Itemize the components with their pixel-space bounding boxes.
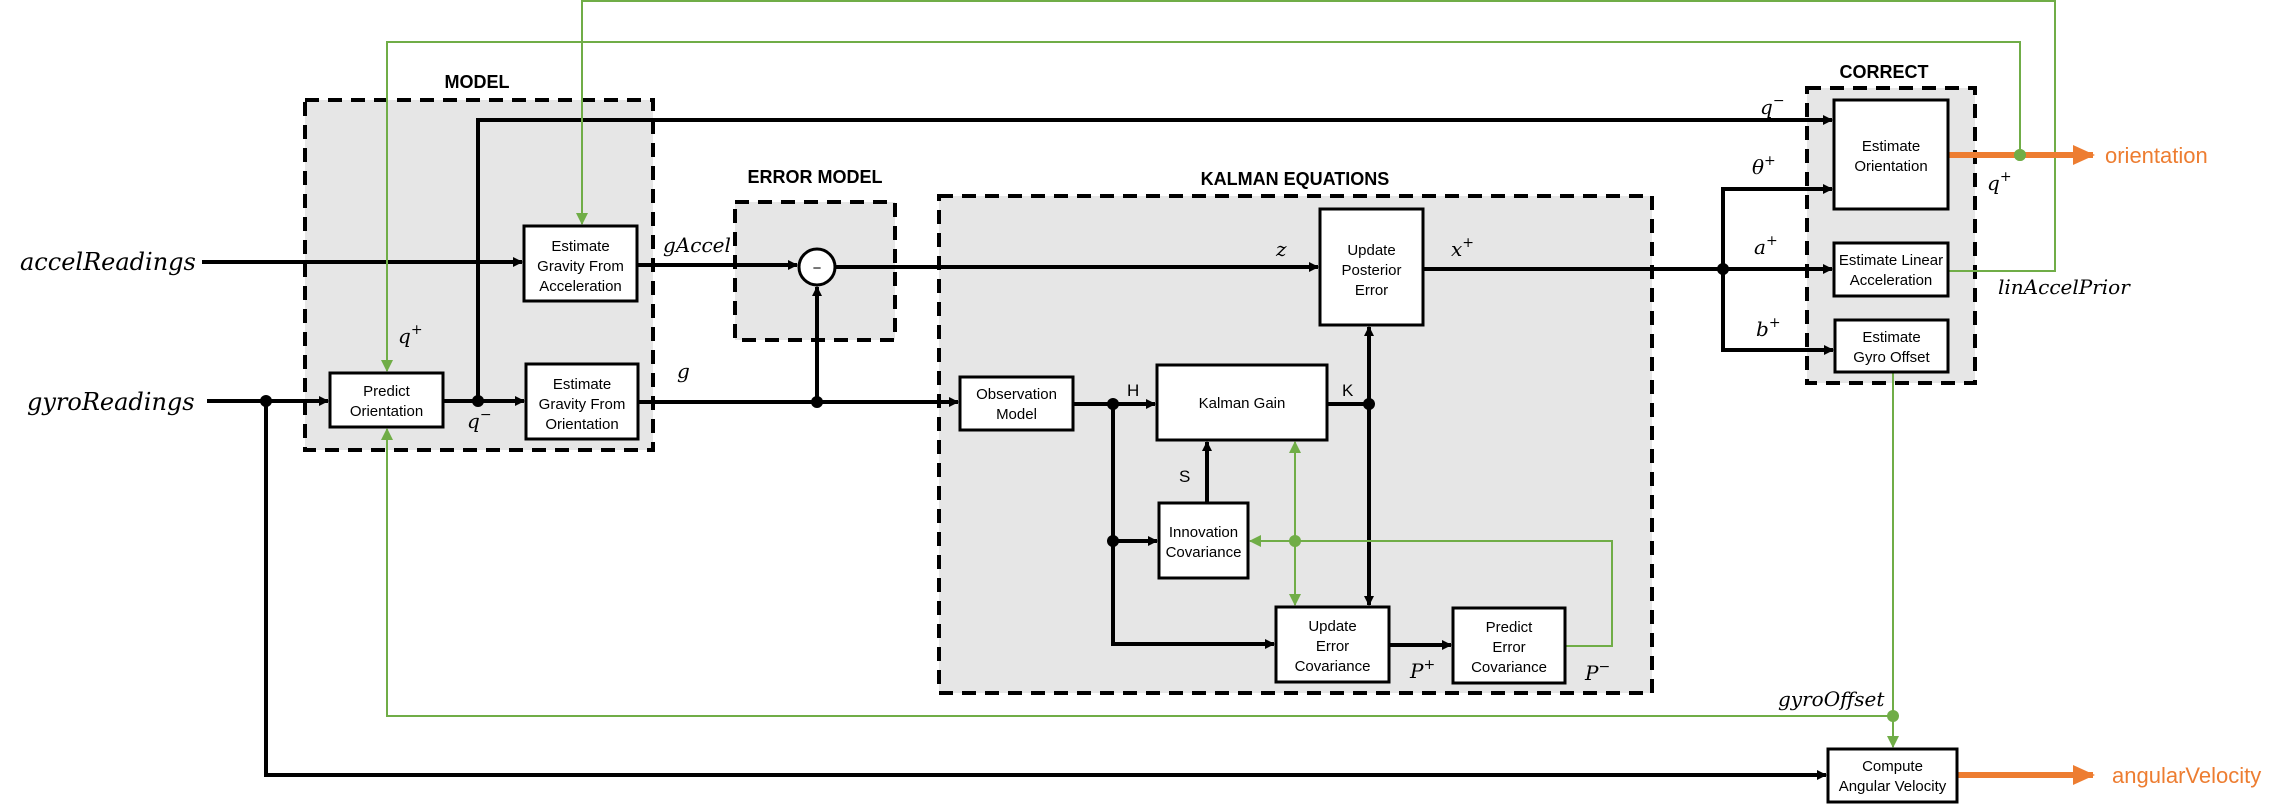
observation-model-block[interactable]: Observation Model xyxy=(958,375,1075,432)
angular-velocity-output-label: angularVelocity xyxy=(2112,763,2261,788)
gyro-readings-label: gyroReadings xyxy=(27,388,195,416)
signal-h: H xyxy=(1127,381,1139,400)
kalman-filter-block-diagram: MODEL ERROR MODEL KALMAN EQUATIONS CORRE… xyxy=(20,0,2261,804)
update-error-covariance-block[interactable]: Update Error Covariance xyxy=(1274,605,1391,684)
kalman-gain-label: Kalman Gain xyxy=(1199,395,1286,412)
gravity-accel-line-3: Acceleration xyxy=(539,278,622,295)
update-error-cov-line-2: Error xyxy=(1316,638,1349,655)
gravity-accel-line-2: Gravity From xyxy=(537,258,624,275)
update-posterior-error-block[interactable]: Update Posterior Error xyxy=(1318,207,1425,327)
signal-lin-accel-prior: linAccelPrior xyxy=(1998,275,2131,299)
estimate-orientation-line-2: Orientation xyxy=(1854,158,1927,175)
estimate-lin-accel-line-1: Estimate Linear xyxy=(1839,252,1943,269)
innovation-cov-line-2: Covariance xyxy=(1166,544,1242,561)
predict-error-cov-line-2: Error xyxy=(1492,639,1525,656)
junction-h-lower xyxy=(1107,535,1119,547)
signal-g: g xyxy=(677,359,690,383)
update-error-cov-line-1: Update xyxy=(1308,618,1356,635)
gravity-from-acceleration-block[interactable]: Estimate Gravity From Acceleration xyxy=(522,224,639,303)
predict-orientation-line-2: Orientation xyxy=(350,403,423,420)
predict-orientation-line-1: Predict xyxy=(363,383,411,400)
junction-x-plus xyxy=(1717,263,1729,275)
update-posterior-line-2: Posterior xyxy=(1341,262,1401,279)
signal-z: z xyxy=(1275,237,1287,261)
signal-gyro-offset: gyroOffset xyxy=(1778,687,1885,711)
accel-readings-label: accelReadings xyxy=(20,248,196,276)
junction-q-plus-over xyxy=(2014,149,2026,161)
estimate-gyro-offset-line-1: Estimate xyxy=(1862,329,1920,346)
signal-s: S xyxy=(1179,467,1190,486)
observation-model-line-2: Model xyxy=(996,406,1037,423)
subtract-symbol: − xyxy=(813,260,822,277)
update-error-cov-line-3: Covariance xyxy=(1295,658,1371,675)
subtract-junction[interactable]: − xyxy=(797,247,837,287)
compute-angular-velocity-line-2: Angular Velocity xyxy=(1839,778,1947,795)
junction-g xyxy=(811,396,823,408)
signal-k: K xyxy=(1342,381,1354,400)
gravity-orient-line-3: Orientation xyxy=(545,416,618,433)
correct-group-title: CORRECT xyxy=(1840,62,1929,82)
junction-q-minus xyxy=(472,395,484,407)
innovation-cov-line-1: Innovation xyxy=(1169,524,1238,541)
estimate-lin-accel-line-2: Acceleration xyxy=(1850,272,1933,289)
predict-orientation-block[interactable]: Predict Orientation xyxy=(328,371,445,429)
gravity-orient-line-2: Gravity From xyxy=(539,396,626,413)
junction-gyro xyxy=(260,395,272,407)
estimate-orientation-line-1: Estimate xyxy=(1862,138,1920,155)
estimate-linear-acceleration-block[interactable]: Estimate Linear Acceleration xyxy=(1832,241,1950,298)
orientation-output-label: orientation xyxy=(2105,143,2208,168)
signal-q-plus-out: q+ xyxy=(1987,169,2012,195)
estimate-gyro-offset-line-2: Gyro Offset xyxy=(1853,349,1930,366)
signal-theta-plus: θ+ xyxy=(1752,153,1776,179)
predict-error-covariance-block[interactable]: Predict Error Covariance xyxy=(1451,606,1567,685)
junction-h xyxy=(1107,398,1119,410)
error-model-group-title: ERROR MODEL xyxy=(748,167,883,187)
compute-angular-velocity-block[interactable]: Compute Angular Velocity xyxy=(1826,747,1959,804)
gravity-from-orientation-block[interactable]: Estimate Gravity From Orientation xyxy=(524,362,640,441)
signal-g-accel: gAccel xyxy=(663,233,731,257)
junction-gyro-offset xyxy=(1887,710,1899,722)
update-posterior-line-1: Update xyxy=(1347,242,1395,259)
compute-angular-velocity-line-1: Compute xyxy=(1862,758,1923,775)
signal-q-minus-correct: q− xyxy=(1760,93,1785,119)
observation-model-line-1: Observation xyxy=(976,386,1057,403)
kalman-group-title: KALMAN EQUATIONS xyxy=(1201,169,1390,189)
model-group-title: MODEL xyxy=(445,72,510,92)
kalman-gain-block[interactable]: Kalman Gain xyxy=(1155,363,1329,442)
predict-error-cov-line-3: Covariance xyxy=(1471,659,1547,676)
junction-k xyxy=(1363,398,1375,410)
estimate-orientation-block[interactable]: Estimate Orientation xyxy=(1832,98,1950,211)
innovation-covariance-block[interactable]: Innovation Covariance xyxy=(1157,501,1250,580)
predict-error-cov-line-1: Predict xyxy=(1486,619,1534,636)
gravity-orient-line-1: Estimate xyxy=(553,376,611,393)
estimate-gyro-offset-block[interactable]: Estimate Gyro Offset xyxy=(1833,318,1950,374)
junction-p-minus xyxy=(1289,535,1301,547)
update-posterior-line-3: Error xyxy=(1355,282,1388,299)
signal-a-plus: a+ xyxy=(1754,233,1778,259)
signal-b-plus: b+ xyxy=(1756,315,1781,341)
gravity-accel-line-1: Estimate xyxy=(551,238,609,255)
